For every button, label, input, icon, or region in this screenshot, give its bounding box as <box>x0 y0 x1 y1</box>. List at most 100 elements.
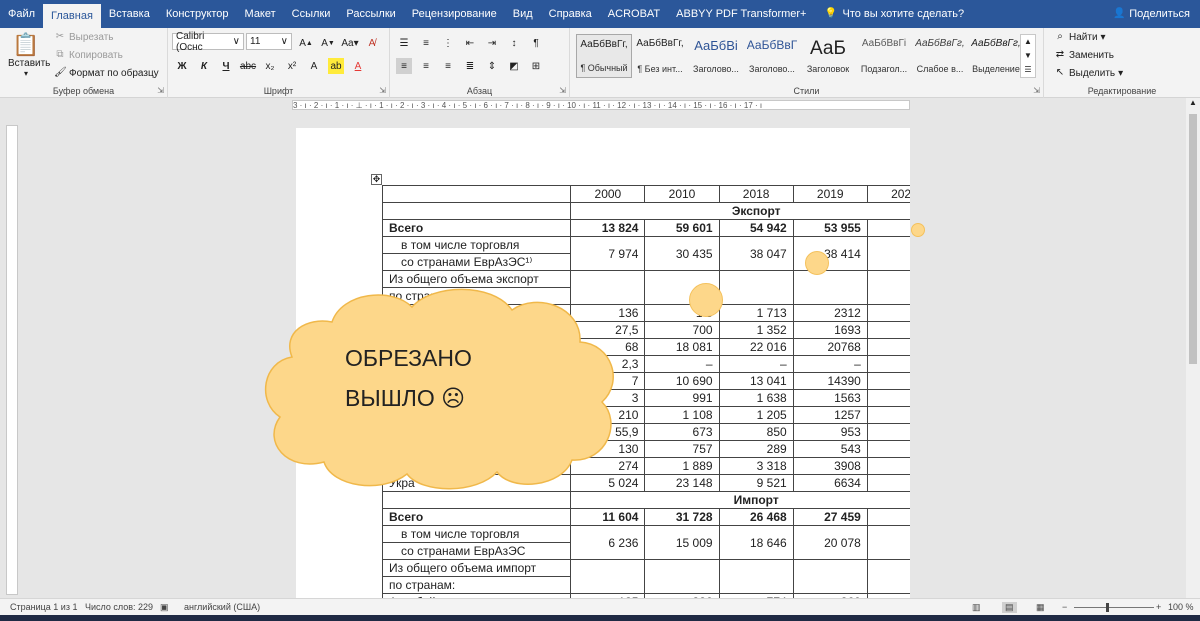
paste-button[interactable]: 📋 Вставить ▾ <box>8 32 50 78</box>
strikethrough-button[interactable]: abc <box>240 58 256 74</box>
align-right-icon[interactable]: ≡ <box>440 58 456 74</box>
table-cell[interactable]: 30 435 <box>644 236 720 271</box>
decrease-indent-icon[interactable]: ⇤ <box>462 35 478 51</box>
numbering-icon[interactable]: ≡ <box>418 35 434 51</box>
page-count[interactable]: Страница 1 из 1 <box>10 602 77 612</box>
change-case-icon[interactable]: Aa▾ <box>341 35 358 51</box>
table-cell[interactable]: 6 <box>866 474 910 492</box>
table-cell[interactable]: 14390 <box>792 372 868 390</box>
web-layout-icon[interactable]: ▦ <box>1036 602 1045 613</box>
table-cell[interactable]: 15 009 <box>644 525 720 560</box>
gallery-scroll[interactable]: ▲ ▼ ☰ <box>1020 34 1036 78</box>
proofing-icon[interactable]: ▣ <box>160 602 169 613</box>
table-cell[interactable]: Всего <box>381 219 572 237</box>
table-cell[interactable]: Экспорт <box>570 202 910 220</box>
print-layout-icon[interactable]: ▤ <box>1002 602 1017 613</box>
table-cell[interactable] <box>381 491 572 509</box>
table-cell[interactable]: 9 521 <box>718 474 794 492</box>
style-item[interactable]: АаБбВвГг, ¶ Обычный <box>576 34 632 78</box>
clear-format-icon[interactable]: A̸ <box>364 35 380 51</box>
tab-5[interactable]: Ссылки <box>284 0 339 28</box>
find-button[interactable]: ⌕ Найти ▾ <box>1054 31 1105 43</box>
table-cell[interactable]: 850 <box>718 423 794 441</box>
dialog-launcher-icon[interactable]: ⇲ <box>379 86 386 95</box>
table-cell[interactable]: 20768 <box>792 338 868 356</box>
table-cell[interactable]: в том числе торговля <box>381 236 572 254</box>
style-item[interactable]: АаБбВвГі Подзагол... <box>856 34 912 78</box>
copy-button[interactable]: ⧉ Копировать <box>54 49 122 61</box>
table-cell[interactable] <box>866 406 910 424</box>
style-item[interactable]: АаБбВвГг, Выделение <box>968 34 1024 78</box>
table-cell[interactable]: 14 <box>866 372 910 390</box>
format-painter-button[interactable]: 🖌 Формат по образцу <box>54 67 159 79</box>
dialog-launcher-icon[interactable]: ⇲ <box>157 86 164 95</box>
table-cell[interactable]: 2000 <box>570 185 646 203</box>
table-cell[interactable]: – <box>644 355 720 373</box>
table-cell[interactable]: 1 352 <box>718 321 794 339</box>
bold-button[interactable]: Ж <box>174 58 190 74</box>
table-cell[interactable]: 2020 <box>866 185 910 203</box>
table-cell[interactable]: 2312 <box>792 304 868 322</box>
ruler-track[interactable]: 3 · ı · 2 · ı · 1 · ı · ⊥ · ı · 1 · ı · … <box>292 100 910 110</box>
table-cell[interactable]: 54 942 <box>718 219 794 237</box>
table-cell[interactable]: со странами ЕврАзЭС¹⁾ <box>381 253 572 271</box>
table-cell[interactable]: 26 468 <box>718 508 794 526</box>
table-cell[interactable] <box>792 270 868 305</box>
table-cell[interactable]: 22 016 <box>718 338 794 356</box>
language[interactable]: английский (США) <box>184 602 260 612</box>
table-cell[interactable]: 23 148 <box>644 474 720 492</box>
table-cell[interactable]: – <box>718 355 794 373</box>
table-cell[interactable]: 20 078 <box>792 525 868 560</box>
tab-8[interactable]: Вид <box>505 0 541 28</box>
justify-icon[interactable]: ≣ <box>462 58 478 74</box>
sort-icon[interactable]: ↕ <box>506 35 522 51</box>
table-cell[interactable]: 1257 <box>792 406 868 424</box>
style-item[interactable]: АаБбВвГ Заголово... <box>744 34 800 78</box>
table-cell[interactable]: 2010 <box>644 185 720 203</box>
table-cell[interactable]: Всего <box>381 508 572 526</box>
chevron-down-icon[interactable]: ▼ <box>1021 49 1035 63</box>
table-cell[interactable]: 2018 <box>718 185 794 203</box>
table-cell[interactable]: 4 <box>866 457 910 475</box>
increase-indent-icon[interactable]: ⇥ <box>484 35 500 51</box>
table-cell[interactable]: 700 <box>644 321 720 339</box>
table-cell[interactable] <box>381 185 572 203</box>
tab-10[interactable]: ACROBAT <box>600 0 668 28</box>
font-color-icon[interactable]: A <box>350 58 366 74</box>
tab-9[interactable]: Справка <box>541 0 600 28</box>
tab-4[interactable]: Макет <box>237 0 284 28</box>
style-item[interactable]: АаБбВі Заголово... <box>688 34 744 78</box>
table-cell[interactable] <box>718 270 794 305</box>
table-cell[interactable]: 15 <box>866 338 910 356</box>
superscript-button[interactable]: x² <box>284 58 300 74</box>
table-cell[interactable]: Из общего объема импорт <box>381 559 572 577</box>
table-cell[interactable]: 673 <box>644 423 720 441</box>
zoom-level[interactable]: 100 % <box>1168 602 1194 612</box>
style-item[interactable]: АаБбВвГг, ¶ Без инт... <box>632 34 688 78</box>
table-cell[interactable]: 3908 <box>792 457 868 475</box>
tab-3[interactable]: Конструктор <box>158 0 237 28</box>
zoom-out-icon[interactable]: − <box>1062 602 1067 612</box>
table-cell[interactable]: 31 728 <box>644 508 720 526</box>
shrink-font-icon[interactable]: A ▼ <box>320 35 336 51</box>
select-button[interactable]: ↖ Выделить ▾ <box>1054 67 1123 79</box>
table-cell[interactable]: Импорт <box>570 491 910 509</box>
table-cell[interactable]: 3 318 <box>718 457 794 475</box>
pilcrow-icon[interactable]: ¶ <box>528 35 544 51</box>
table-cell[interactable] <box>381 202 572 220</box>
table-cell[interactable]: 38 047 <box>718 236 794 271</box>
word-count[interactable]: Число слов: 229 <box>85 602 153 612</box>
table-cell[interactable]: 24 <box>866 508 910 526</box>
tab-7[interactable]: Рецензирование <box>404 0 505 28</box>
borders-icon[interactable]: ⊞ <box>528 58 544 74</box>
shading-icon[interactable]: ◩ <box>506 58 522 74</box>
scroll-thumb[interactable] <box>1189 114 1197 364</box>
multilevel-list-icon[interactable]: ⋮ <box>440 35 456 51</box>
table-cell[interactable]: – <box>792 355 868 373</box>
zoom-slider[interactable] <box>1074 607 1154 608</box>
highlight-icon[interactable]: ab <box>328 58 344 74</box>
style-item[interactable]: АаБ Заголовок <box>800 34 856 78</box>
zoom-slider-thumb[interactable] <box>1106 603 1109 612</box>
table-cell[interactable]: 11 604 <box>570 508 646 526</box>
table-cell[interactable]: 543 <box>792 440 868 458</box>
